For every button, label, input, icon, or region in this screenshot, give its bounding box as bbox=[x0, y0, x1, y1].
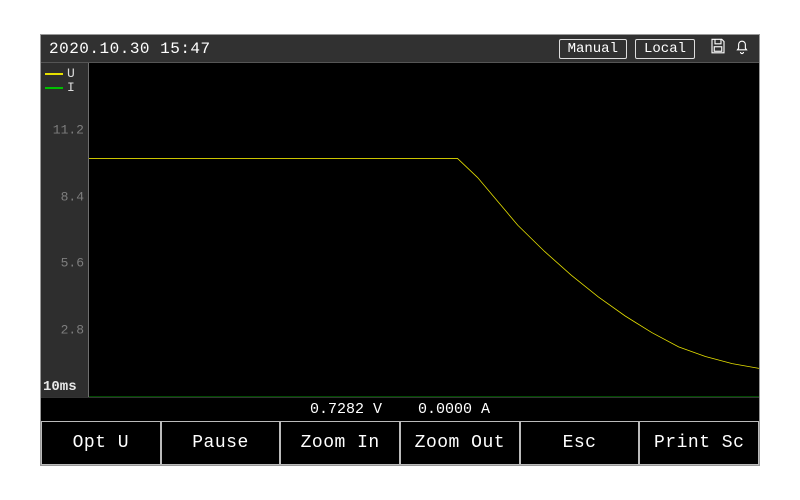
softkey-pause[interactable]: Pause bbox=[161, 421, 281, 465]
manual-indicator[interactable]: Manual bbox=[559, 39, 627, 59]
trace-u bbox=[89, 158, 759, 368]
legend-item: I bbox=[45, 81, 75, 95]
waveform-plot[interactable] bbox=[89, 63, 759, 397]
legend-item: U bbox=[45, 67, 75, 81]
voltage-readout: 0.7282 V bbox=[310, 401, 382, 418]
trace-legend: UI bbox=[45, 67, 75, 95]
local-indicator[interactable]: Local bbox=[635, 39, 695, 59]
softkey-print-sc[interactable]: Print Sc bbox=[639, 421, 759, 465]
status-bar: 0.7282 V 0.0000 A bbox=[41, 397, 759, 421]
y-axis-panel: UI 11.2 8.4 5.6 2.8 10ms bbox=[41, 63, 89, 397]
bell-icon[interactable] bbox=[733, 37, 751, 60]
instrument-screen: 2020.10.30 15:47 Manual Local UI 11.2 8.4… bbox=[40, 34, 760, 466]
save-icon[interactable] bbox=[709, 37, 727, 60]
softkey-opt-u[interactable]: Opt U bbox=[41, 421, 161, 465]
header-bar: 2020.10.30 15:47 Manual Local bbox=[41, 35, 759, 63]
legend-swatch bbox=[45, 73, 63, 75]
current-readout: 0.0000 A bbox=[418, 401, 490, 418]
y-tick-label: 2.8 bbox=[61, 323, 84, 338]
y-tick-label: 8.4 bbox=[61, 189, 84, 204]
legend-swatch bbox=[45, 87, 63, 89]
softkey-esc[interactable]: Esc bbox=[520, 421, 640, 465]
softkey-zoom-in[interactable]: Zoom In bbox=[280, 421, 400, 465]
legend-label: U bbox=[67, 67, 75, 81]
softkey-zoom-out[interactable]: Zoom Out bbox=[400, 421, 520, 465]
plot-region: UI 11.2 8.4 5.6 2.8 10ms bbox=[41, 63, 759, 397]
y-tick-label: 5.6 bbox=[61, 256, 84, 271]
timebase-label: 10ms bbox=[43, 379, 77, 395]
y-tick-label: 11.2 bbox=[53, 122, 84, 137]
datetime-label: 2020.10.30 15:47 bbox=[49, 40, 211, 58]
legend-label: I bbox=[67, 81, 75, 95]
softkey-row: Opt UPauseZoom InZoom OutEscPrint Sc bbox=[41, 421, 759, 465]
